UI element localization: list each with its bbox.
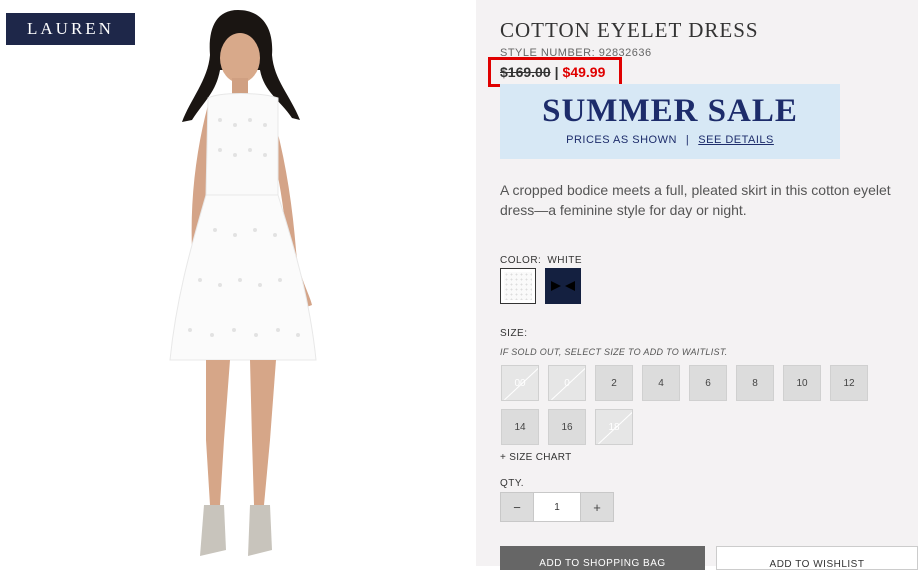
add-to-bag-button[interactable]: ADD TO SHOPPING BAG [500,546,705,570]
summer-sale-banner[interactable]: SUMMER SALE PRICES AS SHOWN | SEE DETAILS [500,84,840,159]
quantity-stepper: − + [500,492,614,522]
size-option-2[interactable]: 2 [595,365,633,401]
add-to-wishlist-button[interactable]: ADD TO WISHLIST [716,546,918,570]
price-display: $169.00 | $49.99 [488,57,622,87]
quantity-increase-button[interactable]: + [580,492,614,522]
size-label: SIZE: [500,328,528,339]
brand-logo[interactable]: LAUREN [6,13,135,45]
size-option-10[interactable]: 10 [783,365,821,401]
size-option-18[interactable]: 18 [595,409,633,445]
size-option-14[interactable]: 14 [501,409,539,445]
size-option-4[interactable]: 4 [642,365,680,401]
product-title: COTTON EYELET DRESS [500,18,759,42]
sale-banner-title: SUMMER SALE [542,93,798,129]
swatch-navy-pattern [551,281,575,291]
quantity-label: QTY. [500,478,525,489]
size-option-6[interactable]: 6 [689,365,727,401]
color-swatch-white[interactable] [500,268,536,304]
size-chart-link[interactable]: + SIZE CHART [500,452,572,463]
sale-price: $49.99 [562,64,606,80]
quantity-input[interactable] [534,492,580,522]
size-option-12[interactable]: 12 [830,365,868,401]
product-detail-panel: COTTON EYELET DRESS STYLE NUMBER: 928326… [476,0,918,570]
color-label-text: COLOR: [500,255,542,266]
sale-banner-subtitle: PRICES AS SHOWN | SEE DETAILS [500,134,840,146]
size-option-00[interactable]: 00 [501,365,539,401]
product-description: A cropped bodice meets a full, pleated s… [500,182,891,218]
color-swatch-navy[interactable] [545,268,581,304]
sale-banner-separator: | [685,134,690,146]
see-details-link[interactable]: SEE DETAILS [698,134,774,146]
product-image-panel: LAUREN [0,0,476,566]
price-separator: | [554,64,559,80]
size-option-8[interactable]: 8 [736,365,774,401]
size-option-16[interactable]: 16 [548,409,586,445]
color-label: COLOR: WHITE [500,255,582,266]
sale-banner-prices-text: PRICES AS SHOWN [566,134,677,146]
size-option-0[interactable]: 0 [548,365,586,401]
original-price: $169.00 [500,64,551,80]
size-waitlist-note: IF SOLD OUT, SELECT SIZE TO ADD TO WAITL… [500,347,728,357]
swatch-white-fill [504,272,532,300]
quantity-decrease-button[interactable]: − [500,492,534,522]
product-photo[interactable] [120,0,360,566]
selected-color-name: WHITE [547,255,583,266]
